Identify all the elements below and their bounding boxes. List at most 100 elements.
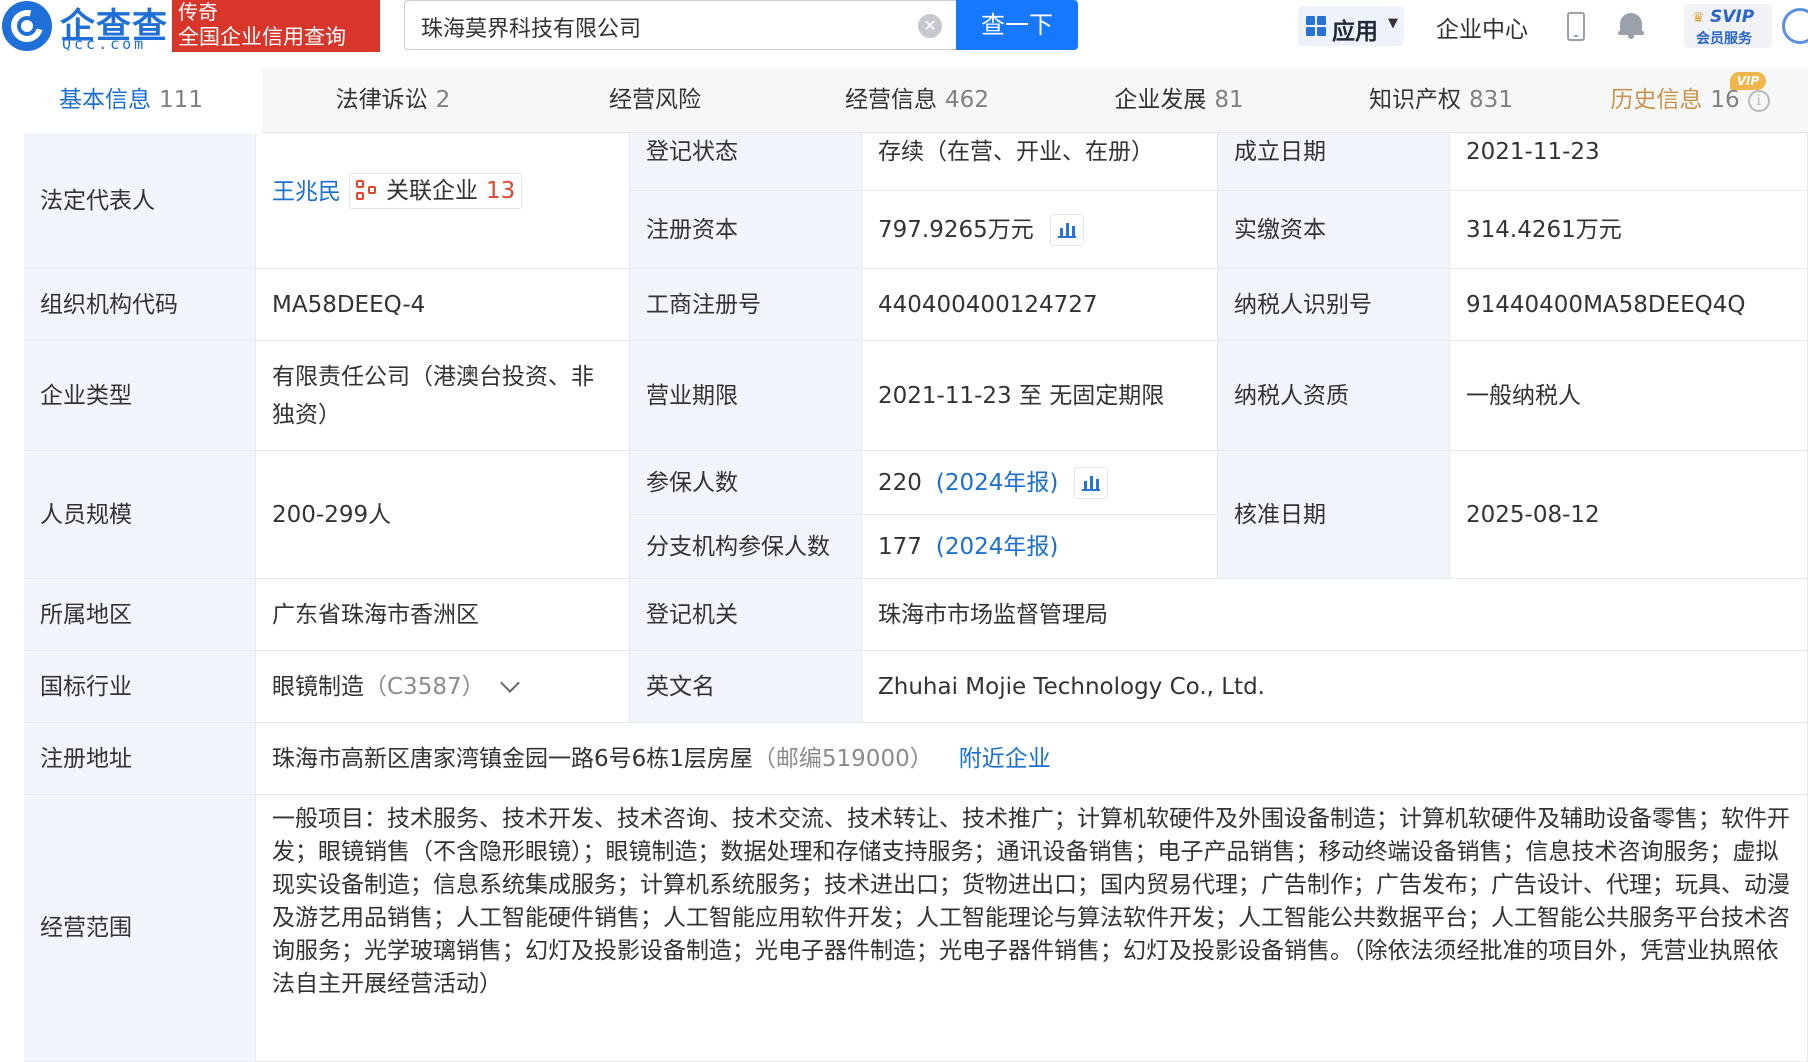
notification-bell-icon[interactable] [1618,10,1644,40]
tab-legal-litigation[interactable]: 法律诉讼 2 [262,68,524,133]
business-reg-no-label: 工商注册号 [630,269,862,341]
founded-date-value: 2021-11-23 [1450,133,1808,191]
logo-domain: Qcc.com [62,35,147,53]
org-code-label: 组织机构代码 [24,269,256,341]
tab-label: 企业发展 [1114,87,1207,113]
tab-count: 2 [435,87,451,113]
staff-size-value: 200-299人 [256,451,630,579]
approval-date-value: 2025-08-12 [1450,451,1808,579]
clear-search-icon[interactable]: ✕ [918,14,942,38]
tab-company-development[interactable]: 企业发展 81 [1048,68,1310,133]
tab-basic-info[interactable]: 基本信息 111 [0,68,262,133]
founded-date-label: 成立日期 [1218,133,1450,191]
registered-address-cell: 珠海市高新区唐家湾镇金园一路6号6栋1层房屋 （邮编519000） 附近企业 [256,723,1808,795]
svip-label: SVIP [1710,7,1755,27]
legal-rep-name-link[interactable]: 王兆民 [272,173,341,211]
promo-banner[interactable]: 传奇 全国企业信用查询 [172,0,380,52]
status-label: 登记状态 [630,133,862,191]
tab-count: 462 [945,87,989,113]
nearby-companies-link[interactable]: 附近企业 [959,740,1051,778]
english-name-value: Zhuhai Mojie Technology Co., Ltd. [862,651,1808,723]
crown-icon: ♛ [1692,10,1705,26]
svip-member-button[interactable]: ♛ SVIP 会员服务 [1684,4,1772,48]
enterprise-center-link[interactable]: 企业中心 [1436,10,1528,44]
registered-capital-label: 注册资本 [630,191,862,269]
logo-mark-icon [2,1,52,51]
vip-badge: VIP [1730,72,1766,90]
basic-info-table: 法定代表人 王兆民 关联企业 13 登记状态 存续（在营、开业、在册） 成立日期… [24,133,1808,1062]
taxpayer-qualification-value: 一般纳税人 [1450,341,1808,451]
insured-count-cell: 220 (2024年报) [862,451,1218,515]
business-scope-cell: 一般项目：技术服务、技术开发、技术咨询、技术交流、技术转让、技术推广；计算机软硬… [256,795,1808,1062]
tab-business-info[interactable]: 经营信息 462 [786,68,1048,133]
postal-code: （邮编519000） [752,745,933,772]
business-term-label: 营业期限 [630,341,862,451]
branch-insured-label: 分支机构参保人数 [630,515,862,579]
paid-capital-value: 314.4261万元 [1450,191,1808,269]
region-value: 广东省珠海市香洲区 [256,579,630,651]
mobile-app-icon[interactable] [1567,12,1585,41]
business-scope-value: 一般项目：技术服务、技术开发、技术咨询、技术交流、技术转让、技术推广；计算机软硬… [272,806,1790,997]
business-term-value: 2021-11-23 至 无固定期限 [862,341,1218,451]
english-name-label: 英文名 [630,651,862,723]
insured-count-label: 参保人数 [630,451,862,515]
tab-intellectual-property[interactable]: 知识产权 831 [1310,68,1572,133]
paid-capital-label: 实缴资本 [1218,191,1450,269]
tab-count: 16 [1710,87,1740,113]
company-type-label: 企业类型 [24,341,256,451]
search-button[interactable]: 查一下 [956,0,1078,50]
site-logo[interactable]: 企查查 Qcc.com [0,0,172,53]
tab-label: 基本信息 [59,87,152,113]
industry-code: （C3587） [364,673,485,700]
tab-history-info[interactable]: 历史信息 16 i [1572,68,1808,133]
caret-down-icon: ▼ [1388,16,1398,31]
legal-rep-label: 法定代表人 [24,133,256,269]
registered-address-label: 注册地址 [24,723,256,795]
registration-authority-label: 登记机关 [630,579,862,651]
tab-count: 81 [1214,87,1244,113]
apps-grid-icon [1306,16,1326,36]
staff-size-label: 人员规模 [24,451,256,579]
registered-capital-cell: 797.9265万元 [862,191,1218,269]
related-companies-badge[interactable]: 关联企业 13 [349,173,523,209]
business-scope-label: 经营范围 [24,795,256,1062]
company-type-value: 有限责任公司（港澳台投资、非独资） [256,341,630,451]
user-avatar-icon[interactable] [1782,8,1808,44]
svip-subtitle: 会员服务 [1696,31,1752,47]
apps-label: 应用 [1332,19,1378,45]
search-input[interactable]: 珠海莫界科技有限公司 ✕ [404,0,956,50]
registered-address-value: 珠海市高新区唐家湾镇金园一路6号6栋1层房屋 [272,745,753,772]
tab-label: 经营风险 [609,87,701,113]
related-companies-count: 13 [486,178,516,204]
relation-graph-icon [356,180,378,202]
taxpayer-id-value: 91440400MA58DEEQ4Q [1450,269,1808,341]
approval-date-label: 核准日期 [1218,451,1450,579]
tab-label: 历史信息 [1610,87,1703,113]
insured-count-value: 220 [878,469,922,496]
promo-subtitle: 全国企业信用查询 [178,25,346,49]
chevron-down-icon[interactable] [499,672,520,693]
taxpayer-qualification-label: 纳税人资质 [1218,341,1450,451]
insured-chart-icon[interactable] [1074,466,1109,499]
search-input-value: 珠海莫界科技有限公司 [421,17,642,42]
tab-count: 111 [159,87,203,113]
region-label: 所属地区 [24,579,256,651]
capital-chart-icon[interactable] [1049,213,1084,246]
branch-report-link[interactable]: (2024年报) [936,528,1058,566]
info-icon[interactable]: i [1747,89,1770,112]
tab-count: 831 [1469,87,1513,113]
apps-menu-button[interactable]: 应用 ▼ [1298,6,1404,46]
top-header: 企查查 Qcc.com 传奇 全国企业信用查询 珠海莫界科技有限公司 ✕ 查一下… [0,0,1808,68]
registered-capital-value: 797.9265万元 [878,216,1034,243]
tab-label: 经营信息 [845,87,938,113]
promo-title: 传奇 [178,0,218,24]
industry-cell[interactable]: 眼镜制造 （C3587） [256,651,630,723]
tab-business-risk[interactable]: 经营风险 [524,68,786,133]
branch-insured-value: 177 [878,533,922,560]
industry-value: 眼镜制造 [272,673,364,700]
insured-report-link[interactable]: (2024年报) [936,464,1058,502]
taxpayer-id-label: 纳税人识别号 [1218,269,1450,341]
registration-authority-value: 珠海市市场监督管理局 [862,579,1808,651]
branch-insured-cell: 177 (2024年报) [862,515,1218,579]
tab-label: 知识产权 [1369,87,1462,113]
